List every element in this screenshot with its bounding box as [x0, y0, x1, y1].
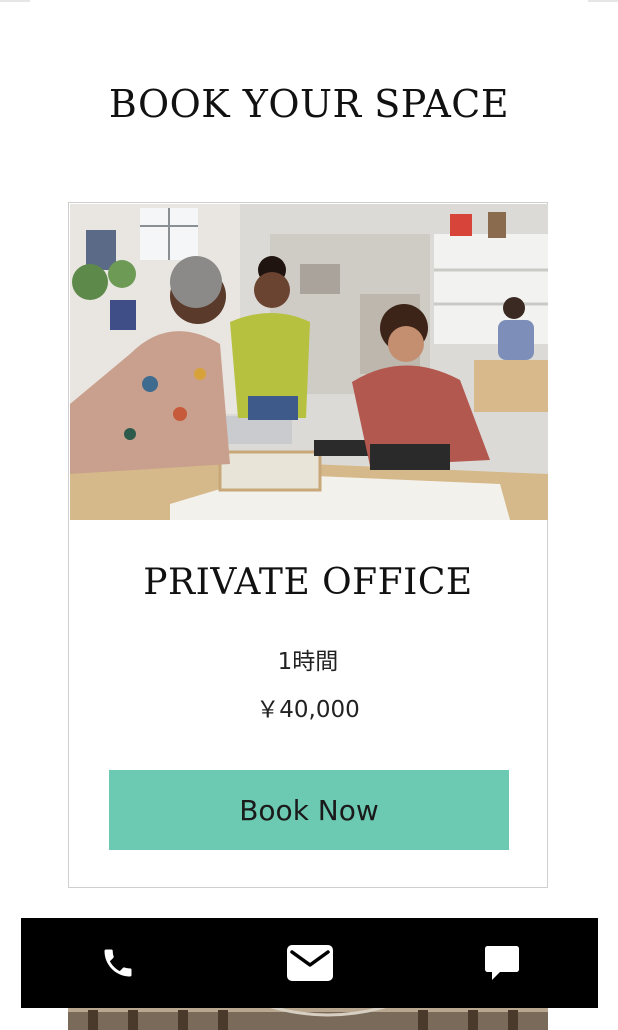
section-title: BOOK YOUR SPACE: [108, 82, 510, 126]
next-service-card-image: [68, 1006, 548, 1030]
mail-icon: [287, 945, 333, 981]
bottom-action-bar: [21, 918, 598, 1008]
service-title: PRIVATE OFFICE: [143, 562, 473, 603]
chat-icon: [485, 946, 519, 980]
phone-icon: [104, 949, 132, 977]
page: BOOK YOUR SPACE PRIVATE OFFICE 1時間 ￥40,0…: [0, 0, 618, 1030]
service-card-image: [70, 204, 548, 520]
header-divider: [0, 0, 618, 4]
mail-button[interactable]: [250, 918, 370, 1008]
service-price: ￥40,000: [256, 697, 360, 723]
chat-button[interactable]: [442, 918, 562, 1008]
phone-button[interactable]: [58, 918, 178, 1008]
service-duration: 1時間: [277, 649, 339, 675]
book-now-button[interactable]: Book Now: [109, 770, 509, 850]
